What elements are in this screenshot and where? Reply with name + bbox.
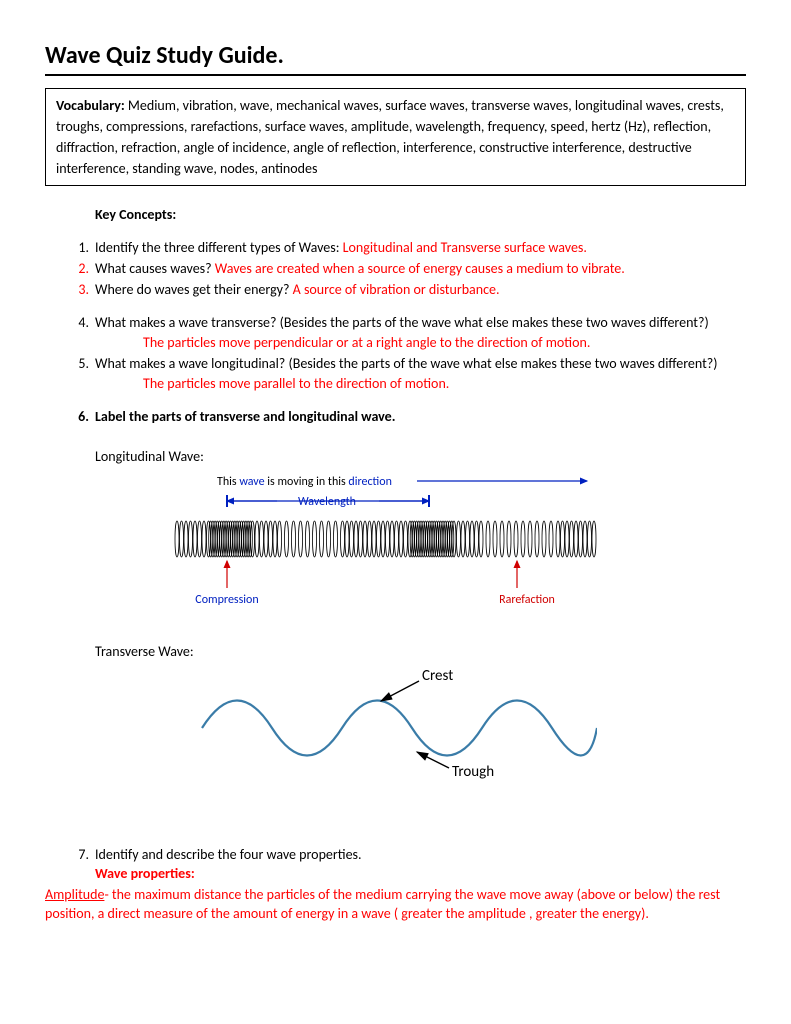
svg-text:Compression: Compression (195, 593, 258, 607)
concept-item-3: Where do waves get their energy? A sourc… (67, 281, 746, 300)
concept-item-1: Identify the three different types of Wa… (67, 239, 746, 258)
svg-text:This wave is moving in this di: This wave is moving in this direction (217, 475, 392, 489)
concept-item-5: What makes a wave longitudinal? (Besides… (67, 355, 746, 394)
svg-text:Wavelength: Wavelength (298, 495, 356, 509)
svg-text:Rarefaction: Rarefaction (499, 593, 555, 607)
concept-item-4: What makes a wave transverse? (Besides t… (67, 314, 746, 353)
a2-text: Waves are created when a source of energ… (215, 260, 625, 277)
q4-text: What makes a wave transverse? (Besides t… (95, 314, 709, 331)
amplitude-text: - the maximum distance the particles of … (45, 886, 720, 922)
longitudinal-wave-diagram: This wave is moving in this direction Wa… (157, 473, 617, 623)
content-area: Key Concepts: Identify the three differe… (45, 206, 746, 923)
vocabulary-text: Medium, vibration, wave, mechanical wave… (56, 97, 724, 177)
amplitude-label: Amplitude (45, 886, 104, 903)
q1-text: Identify the three different types of Wa… (95, 239, 343, 256)
q3-text: Where do waves get their energy? (95, 281, 293, 298)
vocabulary-box: Vocabulary: Medium, vibration, wave, mec… (45, 88, 746, 186)
concepts-list-4: Identify and describe the four wave prop… (67, 846, 746, 884)
q5-text: What makes a wave longitudinal? (Besides… (95, 355, 718, 372)
a3-text: A source of vibration or disturbance. (293, 281, 500, 298)
transverse-label: Transverse Wave: (95, 643, 746, 662)
wave-properties-label: Wave properties: (95, 865, 746, 884)
a1-text: Longitudinal and Transverse surface wave… (343, 239, 587, 256)
concept-item-7: Identify and describe the four wave prop… (67, 846, 746, 884)
longitudinal-label: Longitudinal Wave: (95, 448, 746, 467)
amplitude-definition: Amplitude- the maximum distance the part… (45, 886, 746, 924)
q6-text: Label the parts of transverse and longit… (95, 408, 395, 425)
concepts-list: Identify the three different types of Wa… (67, 239, 746, 300)
concept-item-2: What causes waves? Waves are created whe… (67, 260, 746, 279)
page-title: Wave Quiz Study Guide. (45, 40, 746, 76)
concepts-list-2: What makes a wave transverse? (Besides t… (67, 314, 746, 394)
a4-text: The particles move perpendicular or at a… (95, 334, 746, 353)
key-concepts-heading: Key Concepts: (95, 206, 746, 225)
concepts-list-3: Label the parts of transverse and longit… (67, 408, 746, 427)
vocabulary-label: Vocabulary: (56, 97, 125, 114)
a5-text: The particles move parallel to the direc… (95, 375, 746, 394)
transverse-wave-diagram: Crest Trough (197, 668, 597, 788)
q7-text: Identify and describe the four wave prop… (95, 846, 362, 863)
svg-text:Trough: Trough (452, 763, 494, 781)
diagram-area: Longitudinal Wave: This wave is moving i… (67, 448, 746, 788)
svg-text:Crest: Crest (422, 668, 453, 685)
concept-item-6: Label the parts of transverse and longit… (67, 408, 746, 427)
q2-text: What causes waves? (95, 260, 215, 277)
